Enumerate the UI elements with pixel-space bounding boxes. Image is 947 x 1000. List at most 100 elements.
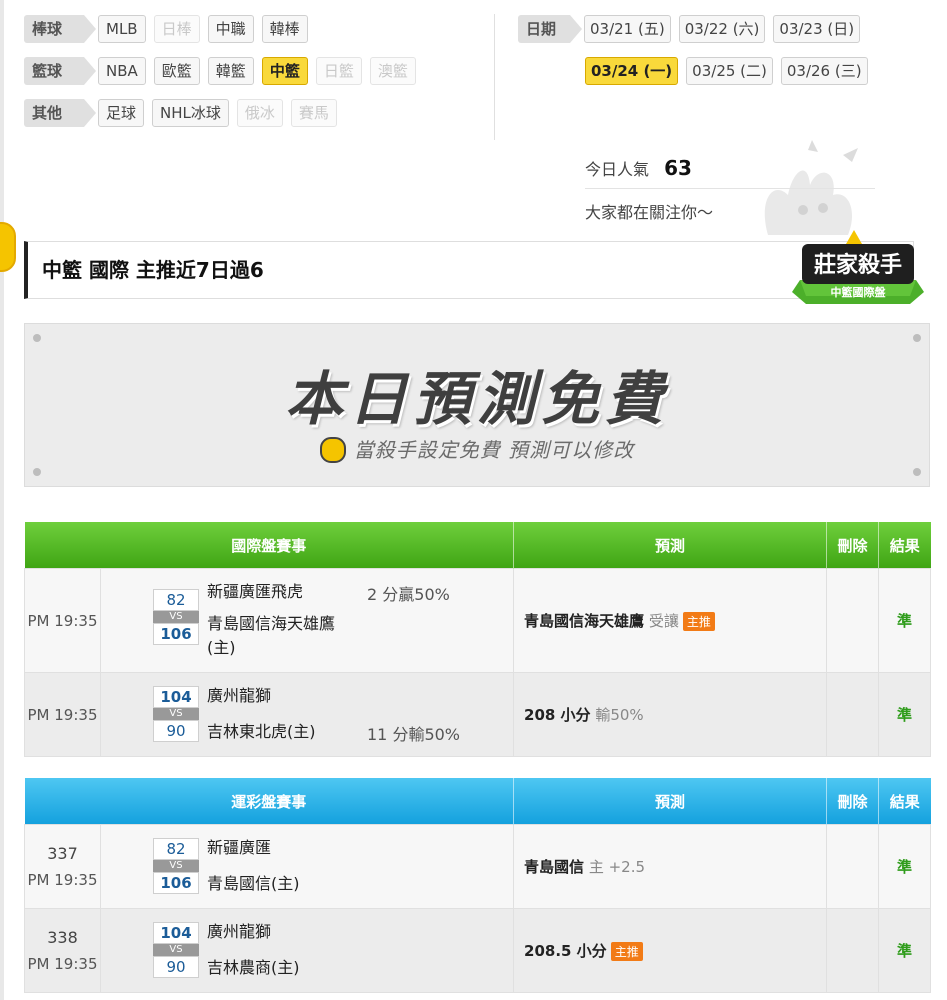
- chip-euro-basketball[interactable]: 歐籃: [153, 57, 200, 85]
- match-cell: 104 VS 90 廣州龍獅 吉林東北虎(主) 11 分輸50%: [99, 672, 515, 757]
- delete-cell[interactable]: [826, 908, 880, 993]
- lottery-header-prediction: 預測: [513, 778, 828, 825]
- category-label-baseball: 棒球: [24, 15, 96, 43]
- banner-subtitle: 當殺手設定免費 預測可以修改: [353, 438, 635, 462]
- away-score: 104: [153, 922, 199, 944]
- lottery-games-table: 運彩盤賽事 預測 刪除 結果 337 PM 19:35 82 VS 106 新疆…: [24, 778, 932, 993]
- vs-label: VS: [153, 944, 199, 956]
- table-row: 338 PM 19:35 104 VS 90 廣州龍獅 吉林農商(主) 208.…: [24, 908, 932, 993]
- date-chip-0324[interactable]: 03/24 (一): [585, 57, 679, 85]
- lottery-header-delete: 刪除: [826, 778, 880, 825]
- prediction-cell: 青島國信 主 +2.5: [513, 824, 828, 909]
- handicap-odds: 11 分輸50%: [367, 725, 461, 744]
- prediction-extra: 受讓: [648, 612, 679, 630]
- result-badge: 準: [878, 908, 932, 993]
- free-prediction-banner: 本日預測免費 當殺手設定免費 預測可以修改: [24, 323, 930, 487]
- chip-npb: 日棒: [153, 15, 200, 43]
- date-row-1: 日期 03/21 (五) 03/22 (六) 03/23 (日): [518, 14, 868, 44]
- screw-icon: [913, 334, 921, 342]
- chip-cpbl[interactable]: 中職: [207, 15, 254, 43]
- date-chip-0326[interactable]: 03/26 (三): [780, 57, 868, 85]
- game-time: PM 19:35: [27, 955, 98, 973]
- intl-header-result: 結果: [878, 522, 931, 569]
- table-row: PM 19:35 104 VS 90 廣州龍獅 吉林東北虎(主) 11 分輸50…: [24, 672, 932, 757]
- date-chip-0321[interactable]: 03/21 (五): [584, 15, 671, 43]
- game-number: 337: [47, 844, 78, 863]
- game-time: PM 19:35: [27, 871, 98, 889]
- banner-subtitle-wrap: 當殺手設定免費 預測可以修改: [25, 434, 929, 465]
- chip-horse-racing: 賽馬: [290, 99, 337, 127]
- intl-header-delete: 刪除: [826, 522, 880, 569]
- vs-label: VS: [153, 611, 199, 623]
- prediction-main: 青島國信海天雄鷹: [524, 612, 645, 630]
- filter-row-baseball: 棒球 MLB 日棒 中職 韓棒: [24, 14, 316, 44]
- chip-korea-basketball[interactable]: 韓籃: [207, 57, 254, 85]
- chip-kbo[interactable]: 韓棒: [261, 15, 308, 43]
- category-label-other: 其他: [24, 99, 96, 127]
- prediction-main: 208.5 小分: [524, 942, 607, 960]
- chip-mlb[interactable]: MLB: [98, 15, 146, 43]
- away-team: 廣州龍獅: [207, 686, 272, 705]
- killer-headline: 中籃 國際 主推近7日過6: [24, 241, 914, 299]
- prediction-extra: 輸50%: [595, 706, 644, 724]
- result-badge: 準: [878, 568, 932, 673]
- delete-cell[interactable]: [826, 672, 880, 757]
- chip-australia-basketball: 澳籃: [369, 57, 416, 85]
- home-team: 吉林東北虎(主): [207, 722, 316, 741]
- date-chip-0322[interactable]: 03/22 (六): [678, 15, 766, 43]
- prediction-cell: 青島國信海天雄鷹 受讓 主推: [513, 568, 828, 673]
- away-score: 82: [153, 838, 199, 860]
- date-chip-0323[interactable]: 03/23 (日): [773, 15, 861, 43]
- match-cell: 104 VS 90 廣州龍獅 吉林農商(主): [99, 908, 515, 993]
- vs-label: VS: [153, 708, 199, 720]
- intl-header-prediction: 預測: [513, 522, 828, 569]
- match-cell: 82 VS 106 新疆廣匯 青島國信(主): [99, 824, 515, 909]
- main-pick-tag: 主推: [682, 612, 715, 631]
- home-score: 90: [153, 720, 199, 742]
- game-time: PM 19:35: [24, 568, 101, 673]
- result-badge: 準: [878, 824, 932, 909]
- prediction-cell: 208 小分 輸50%: [513, 672, 828, 757]
- popularity-count: 63: [664, 156, 692, 180]
- banner-title: 本日預測免費: [284, 365, 669, 433]
- game-time-cell: 338 PM 19:35: [24, 908, 101, 993]
- badge-main-text: 莊家殺手: [814, 252, 902, 278]
- away-team: 廣州龍獅: [207, 922, 272, 941]
- lightbulb-icon: [319, 436, 346, 463]
- vs-label: VS: [153, 860, 199, 872]
- away-score: 104: [153, 686, 199, 708]
- prediction-cell: 208.5 小分 主推: [513, 908, 828, 993]
- date-label: 日期: [518, 15, 582, 43]
- chip-russia-hockey: 俄冰: [236, 99, 283, 127]
- lottery-header-result: 結果: [878, 778, 931, 825]
- chip-japan-basketball: 日籃: [315, 57, 362, 85]
- delete-cell[interactable]: [826, 568, 880, 673]
- chip-china-basketball[interactable]: 中籃: [261, 57, 308, 85]
- main-pick-tag: 主推: [610, 942, 643, 961]
- intl-games-table: 國際盤賽事 預測 刪除 結果 PM 19:35 82 VS 106 新疆廣匯飛虎…: [24, 522, 932, 757]
- filter-divider: [494, 14, 495, 140]
- chip-nba[interactable]: NBA: [98, 57, 146, 85]
- away-team: 新疆廣匯: [207, 838, 272, 857]
- side-tab-handle[interactable]: [0, 222, 16, 272]
- delete-cell[interactable]: [826, 824, 880, 909]
- screw-icon: [913, 468, 921, 476]
- chip-soccer[interactable]: 足球: [98, 99, 145, 127]
- home-team: 青島國信海天雄鷹: [207, 614, 336, 633]
- home-team: 吉林農商(主): [207, 958, 300, 977]
- prediction-main: 208 小分: [524, 706, 591, 724]
- handicap-odds: 2 分贏50%: [367, 585, 450, 604]
- home-score: 106: [153, 623, 199, 645]
- screw-icon: [33, 468, 41, 476]
- lottery-header-event: 運彩盤賽事: [24, 778, 515, 825]
- home-team: 青島國信(主): [207, 874, 300, 893]
- date-chip-0325[interactable]: 03/25 (二): [686, 57, 773, 85]
- badge-sub-text: 中籃國際盤: [831, 285, 887, 299]
- score-box: 104 VS 90: [153, 686, 199, 742]
- away-score: 82: [153, 589, 199, 611]
- match-cell: 82 VS 106 新疆廣匯飛虎 青島國信海天雄鷹 (主) 2 分贏50%: [99, 568, 515, 673]
- score-box: 104 VS 90: [153, 922, 199, 978]
- popularity-panel: 今日人氣 63 大家都在關注你～: [585, 150, 875, 231]
- category-label-basketball: 籃球: [24, 57, 96, 85]
- chip-nhl[interactable]: NHL冰球: [152, 99, 229, 127]
